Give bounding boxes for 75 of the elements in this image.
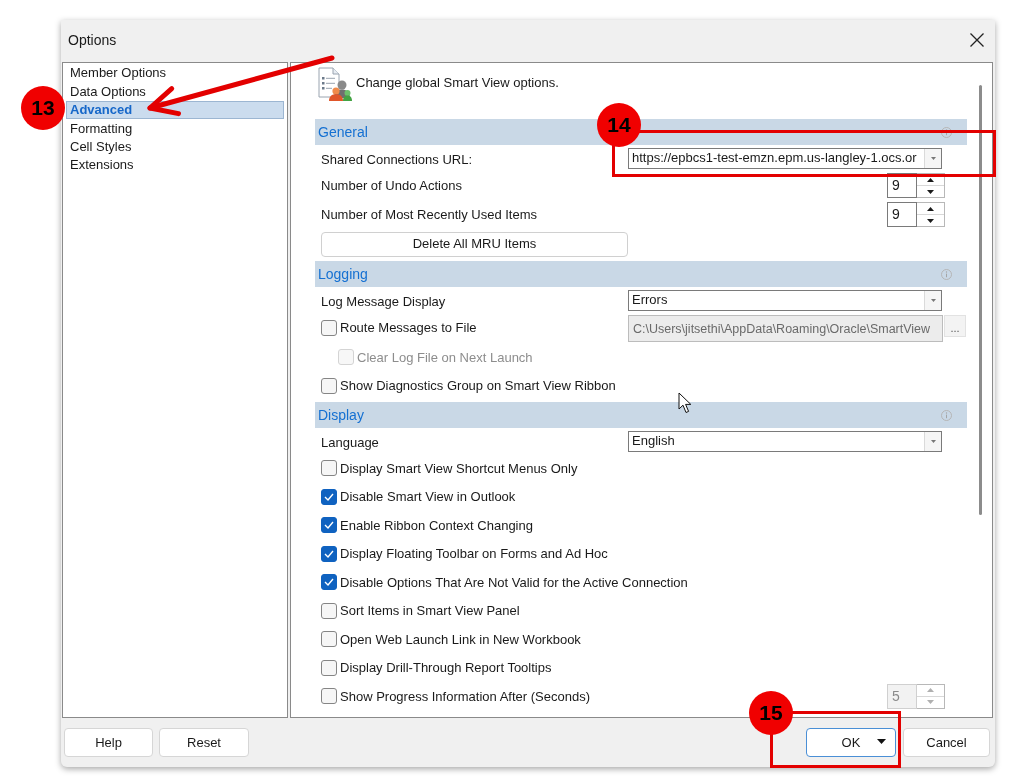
checkbox-label: Display Floating Toolbar on Forms and Ad Hoc	[340, 545, 608, 563]
checkbox-label: Disable Smart View in Outlook	[340, 488, 516, 506]
field-label: Language	[320, 433, 379, 452]
sidebar-item[interactable]: Advanced	[66, 100, 284, 120]
field-label: Number of Most Recently Used Items	[320, 205, 538, 224]
checkbox-label: Show Diagnostics Group on Smart View Ribbon	[340, 377, 616, 395]
caret-icon	[930, 156, 936, 160]
checkbox[interactable]	[321, 574, 337, 591]
description-text: Change global Smart View options.	[356, 74, 559, 92]
caret-icon	[930, 439, 936, 443]
checkbox[interactable]	[321, 545, 337, 562]
section-title: General	[317, 122, 368, 142]
dropdown-field[interactable]: Errors	[628, 289, 942, 311]
browse-button[interactable]: ...	[944, 314, 966, 337]
section-title: Logging	[317, 264, 368, 284]
step-marker: 13	[21, 86, 65, 130]
checkmark-icon	[324, 521, 334, 530]
down-arrow-icon	[927, 189, 934, 194]
dropdown-button[interactable]	[924, 290, 941, 310]
checkbox[interactable]	[321, 488, 337, 505]
dropdown-button[interactable]	[924, 148, 941, 168]
field-label: Log Message Display	[320, 292, 446, 311]
up-arrow-icon	[927, 177, 934, 182]
checkbox-label: Route Messages to File	[340, 319, 477, 338]
dropdown-button[interactable]	[924, 431, 941, 451]
scrollbar-thumb[interactable]	[979, 85, 982, 515]
checkbox-label: Enable Ribbon Context Changing	[340, 516, 533, 535]
up-arrow-icon	[927, 688, 934, 693]
checkbox[interactable]	[321, 688, 337, 705]
down-arrow-icon	[927, 218, 934, 223]
checkbox[interactable]	[321, 517, 337, 534]
document-people-icon	[316, 67, 352, 101]
sidebar-item[interactable]: Member Options	[66, 64, 284, 83]
dropdown-field[interactable]: https://epbcs1-test-emzn.epm.us-langley-1.ocs.or	[628, 147, 942, 169]
down-arrow-icon	[927, 700, 934, 705]
sidebar-item[interactable]: Formatting	[66, 119, 284, 138]
checkbox-label: Disable Options That Are Not Valid for the Active Connection	[340, 573, 688, 592]
number-field[interactable]: 9	[887, 202, 917, 227]
action-button[interactable]: Delete All MRU Items	[321, 231, 628, 257]
checkbox[interactable]	[321, 320, 337, 336]
dialog-button[interactable]: OK	[806, 728, 896, 757]
info-icon	[941, 126, 952, 138]
checkbox[interactable]	[321, 460, 337, 477]
checkbox[interactable]	[321, 631, 337, 648]
dropdown-field[interactable]: English	[628, 430, 942, 452]
sidebar-item[interactable]: Cell Styles	[66, 137, 284, 156]
up-arrow-icon	[927, 206, 934, 211]
caret-icon	[930, 298, 936, 302]
checkmark-icon	[324, 492, 334, 501]
dialog-button[interactable]: Reset	[159, 728, 249, 757]
dialog-button[interactable]: Help	[64, 728, 153, 757]
checkbox-label: Sort Items in Smart View Panel	[340, 602, 520, 620]
sidebar-item[interactable]: Extensions	[66, 155, 284, 175]
checkmark-icon	[324, 578, 334, 587]
checkbox[interactable]	[321, 377, 337, 394]
info-icon	[941, 268, 952, 280]
mouse-pointer-icon	[678, 392, 692, 414]
checkbox-label: Display Drill-Through Report Tooltips	[340, 659, 552, 677]
dialog-button[interactable]: Cancel	[903, 728, 990, 757]
checkbox[interactable]	[321, 659, 337, 676]
checkbox-label: Show Progress Information After (Seconds)	[340, 687, 590, 706]
checkbox-label: Display Smart View Shortcut Menus Only	[340, 459, 578, 478]
section-title: Display	[317, 405, 364, 425]
field-label: Shared Connections URL:	[320, 150, 473, 169]
sidebar-item[interactable]: Data Options	[66, 82, 284, 101]
checkbox-label: Open Web Launch Link in New Workbook	[340, 630, 581, 649]
caret-icon	[877, 739, 886, 744]
checkbox-label: Clear Log File on Next Launch	[357, 348, 533, 367]
info-icon	[941, 409, 952, 421]
close-icon	[970, 33, 984, 47]
number-field[interactable]: 9	[887, 173, 917, 198]
window-title: Options	[68, 30, 117, 50]
checkmark-icon	[324, 549, 334, 558]
field-label: Number of Undo Actions	[320, 176, 462, 195]
checkbox[interactable]	[321, 602, 337, 619]
